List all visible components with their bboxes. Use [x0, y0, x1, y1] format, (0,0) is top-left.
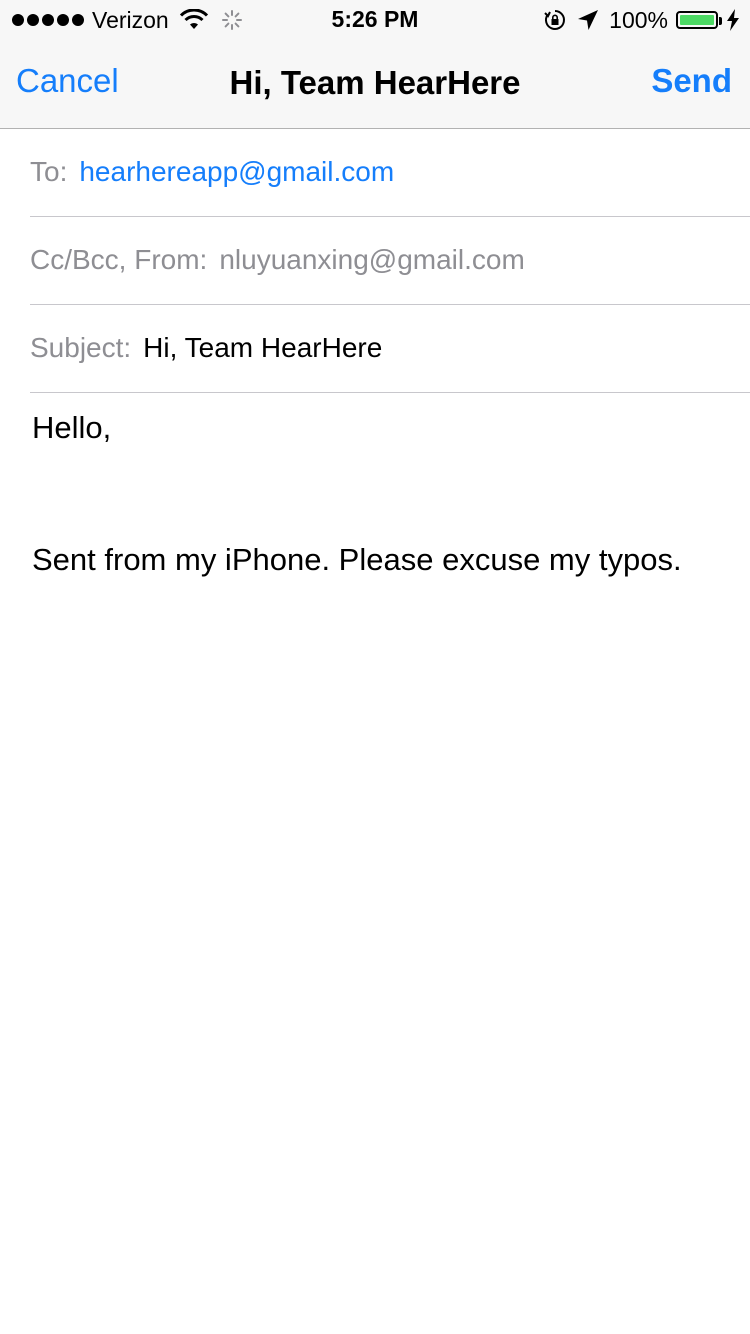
- to-label: To:: [30, 156, 68, 187]
- from-address[interactable]: nluyuanxing@gmail.com: [219, 244, 524, 276]
- battery-icon: [676, 11, 722, 29]
- ccbcc-from-label: Cc/Bcc, From:: [30, 244, 208, 275]
- ccbcc-from-field[interactable]: Cc/Bcc, From: nluyuanxing@gmail.com: [30, 216, 750, 305]
- status-bar: Verizon 5:26 PM 100%: [0, 0, 750, 40]
- battery-nub: [719, 17, 722, 25]
- orientation-lock-icon: [544, 10, 566, 30]
- body-greeting[interactable]: Hello,: [32, 410, 111, 446]
- body-signature[interactable]: Sent from my iPhone. Please excuse my ty…: [32, 542, 682, 578]
- subject-label: Subject:: [30, 332, 132, 363]
- status-right: 100%: [543, 6, 740, 34]
- location-arrow-icon: [578, 10, 599, 30]
- battery-percentage: 100%: [609, 6, 668, 33]
- subject-field[interactable]: Subject: Hi, Team HearHere: [30, 304, 750, 393]
- subject-input[interactable]: Hi, Team HearHere: [143, 332, 382, 364]
- to-field[interactable]: To: hearhereapp@gmail.com: [30, 128, 750, 217]
- battery-level-fill: [680, 15, 714, 25]
- send-button[interactable]: Send: [651, 62, 732, 100]
- page-title: Hi, Team HearHere: [229, 64, 521, 101]
- compose-nav-bar: Cancel Hi, Team HearHere Send: [0, 40, 750, 129]
- to-recipient-token[interactable]: hearhereapp@gmail.com: [79, 156, 394, 188]
- charging-bolt-icon: [727, 9, 739, 31]
